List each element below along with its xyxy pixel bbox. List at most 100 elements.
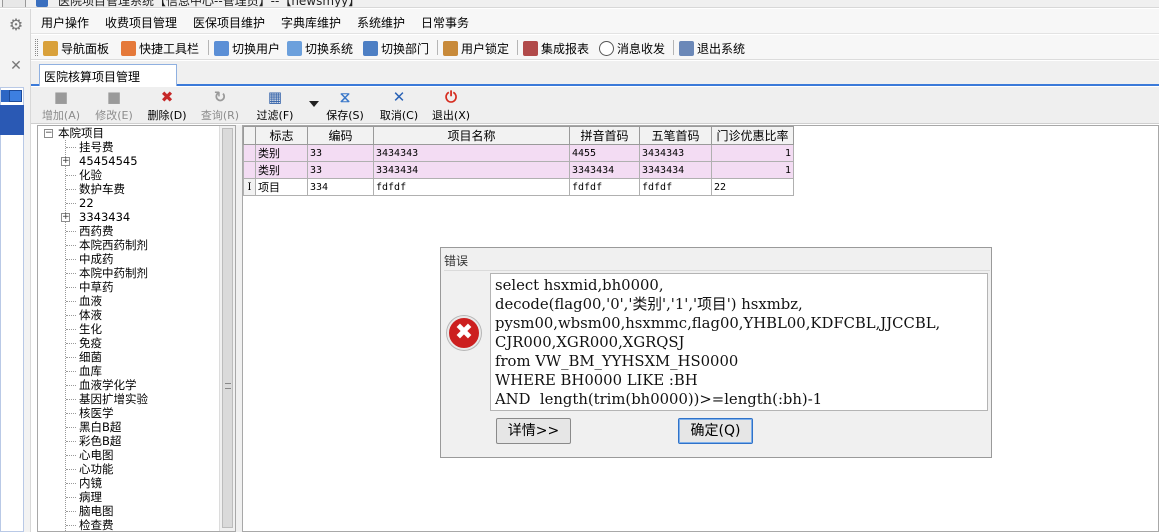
cell-pinyin[interactable]: 4455 bbox=[569, 144, 640, 162]
column-header[interactable]: 拼音首码 bbox=[569, 126, 640, 145]
menu-dictionary[interactable]: 字典库维护 bbox=[281, 14, 341, 31]
tree-item[interactable]: 体液 bbox=[79, 308, 102, 322]
query-button[interactable]: ↻ 查询(R) bbox=[198, 89, 242, 123]
menu-fee-items[interactable]: 收费项目管理 bbox=[105, 14, 177, 31]
user-lock-button[interactable]: 用户锁定 bbox=[443, 39, 509, 57]
add-button[interactable]: ■ 增加(A) bbox=[39, 89, 83, 123]
tree-connector bbox=[66, 287, 76, 288]
menu-user-ops[interactable]: 用户操作 bbox=[41, 14, 89, 31]
cell-code[interactable]: 334 bbox=[307, 178, 374, 196]
cell-code[interactable]: 33 bbox=[307, 161, 374, 179]
tree-scrollbar[interactable] bbox=[219, 126, 235, 531]
tree-item[interactable]: 病理 bbox=[79, 490, 102, 504]
switch-user-button[interactable]: 切换用户 bbox=[214, 39, 280, 57]
tree-scrollbar-thumb[interactable] bbox=[222, 128, 233, 528]
tree-expand-icon[interactable]: + bbox=[61, 213, 70, 222]
quick-toolbar-button[interactable]: 快捷工具栏 bbox=[121, 39, 199, 57]
menu-system-maint[interactable]: 系统维护 bbox=[357, 14, 405, 31]
tree-item[interactable]: 生化 bbox=[79, 322, 102, 336]
column-header[interactable]: 五笔首码 bbox=[639, 126, 712, 145]
tree-item[interactable]: 基因扩增实验 bbox=[79, 392, 148, 406]
tree-item[interactable]: 化验 bbox=[79, 168, 102, 182]
settings-icon[interactable]: ⚙ bbox=[7, 16, 25, 34]
tree-item[interactable]: 挂号费 bbox=[79, 140, 114, 154]
table-row[interactable]: 类别 33 3343434 3343434 3343434 1 bbox=[243, 161, 794, 179]
tree-item[interactable]: 西药费 bbox=[79, 224, 114, 238]
cell-flag[interactable]: 类别 bbox=[255, 161, 308, 179]
tree-item[interactable]: 本院西药制剂 bbox=[79, 238, 148, 252]
tree-connector bbox=[66, 189, 76, 190]
switch-system-button[interactable]: 切换系统 bbox=[287, 39, 353, 57]
tree-item[interactable]: 血液 bbox=[79, 294, 102, 308]
tree-item[interactable]: 中草药 bbox=[79, 280, 114, 294]
cell-code[interactable]: 33 bbox=[307, 144, 374, 162]
cell-flag[interactable]: 类别 bbox=[255, 144, 308, 162]
tree-expand-icon[interactable]: + bbox=[61, 157, 70, 166]
ok-button[interactable]: 确定(Q) bbox=[678, 418, 753, 444]
integrated-report-button[interactable]: 集成报表 bbox=[523, 39, 589, 57]
menu-insurance-items[interactable]: 医保项目维护 bbox=[193, 14, 265, 31]
tree-item[interactable]: 22 bbox=[79, 196, 94, 210]
column-header[interactable]: 编码 bbox=[307, 126, 374, 145]
cell-name[interactable]: 3434343 bbox=[373, 144, 570, 162]
tree-item[interactable]: 数护车费 bbox=[79, 182, 125, 196]
tree-item[interactable]: 细菌 bbox=[79, 350, 102, 364]
restore-button[interactable] bbox=[2, 0, 26, 7]
nav-panel-button[interactable]: 导航面板 bbox=[43, 39, 109, 57]
tree-item[interactable]: 核医学 bbox=[79, 406, 114, 420]
tree-item[interactable]: 血液学化学 bbox=[79, 378, 137, 392]
item-tree: − 本院项目 挂号费 + 45454545 化验 数护车费 22 + 33434… bbox=[37, 125, 236, 532]
cell-name[interactable]: fdfdf bbox=[373, 178, 570, 196]
cell-wubi[interactable]: 3343434 bbox=[639, 161, 712, 179]
exit-system-button[interactable]: 退出系统 bbox=[679, 39, 745, 57]
filter-dropdown-icon[interactable] bbox=[309, 101, 319, 107]
edit-button[interactable]: ■ 修改(E) bbox=[92, 89, 136, 123]
error-message[interactable]: select hsxmid,bh0000, decode(flag00,'0',… bbox=[490, 273, 988, 411]
column-header[interactable]: 项目名称 bbox=[373, 126, 570, 145]
cell-discount[interactable]: 22 bbox=[711, 178, 794, 196]
tree-item[interactable]: 免疫 bbox=[79, 336, 102, 350]
tree-item[interactable]: 脑电图 bbox=[79, 504, 114, 518]
tree-item[interactable]: 心电图 bbox=[79, 448, 114, 462]
message-button[interactable]: 消息收发 bbox=[599, 39, 665, 57]
cell-pinyin[interactable]: fdfdf bbox=[569, 178, 640, 196]
toolbar-grip[interactable] bbox=[35, 39, 38, 56]
integrated-report-label: 集成报表 bbox=[541, 41, 590, 56]
tree-item[interactable]: 彩色B超 bbox=[79, 434, 121, 448]
tree-item[interactable]: 血库 bbox=[79, 364, 102, 378]
tree-item[interactable]: 黑白B超 bbox=[79, 420, 121, 434]
cell-pinyin[interactable]: 3343434 bbox=[569, 161, 640, 179]
details-button[interactable]: 详情>> bbox=[496, 418, 571, 444]
column-header[interactable]: 标志 bbox=[255, 126, 308, 145]
save-button[interactable]: ⧖ 保存(S) bbox=[323, 89, 367, 123]
tab-hospital-accounting[interactable]: 医院核算项目管理 bbox=[39, 64, 177, 86]
cell-flag[interactable]: 项目 bbox=[255, 178, 308, 196]
cell-wubi[interactable]: 3434343 bbox=[639, 144, 712, 162]
table-row[interactable]: I 项目 334 fdfdf fdfdf fdfdf 22 bbox=[243, 178, 794, 196]
cell-wubi[interactable]: fdfdf bbox=[639, 178, 712, 196]
integrated-report-icon bbox=[523, 40, 538, 56]
tree-item[interactable]: 内镜 bbox=[79, 476, 102, 490]
switch-department-button[interactable]: 切换部门 bbox=[363, 39, 429, 57]
tree-item[interactable]: 本院中药制剂 bbox=[79, 266, 148, 280]
tree-item[interactable]: 中成药 bbox=[79, 252, 114, 266]
pane-window-icon[interactable] bbox=[9, 90, 22, 102]
delete-button[interactable]: ✖ 删除(D) bbox=[145, 89, 189, 123]
tree-root[interactable]: 本院项目 bbox=[58, 126, 104, 140]
tree-item[interactable]: 3343434 bbox=[79, 210, 130, 224]
table-row[interactable]: 类别 33 3434343 4455 3434343 1 bbox=[243, 144, 794, 162]
close-icon[interactable]: ✕ bbox=[9, 59, 23, 73]
cell-discount[interactable]: 1 bbox=[711, 161, 794, 179]
cell-name[interactable]: 3343434 bbox=[373, 161, 570, 179]
tree-item[interactable]: 心功能 bbox=[79, 462, 114, 476]
tree-collapse-icon[interactable]: − bbox=[44, 129, 53, 138]
exit-button[interactable]: ⏻ 退出(X) bbox=[429, 89, 473, 123]
tree-item[interactable]: 45454545 bbox=[79, 154, 138, 168]
filter-button[interactable]: ▦ 过滤(F) bbox=[252, 89, 298, 123]
menu-daily-affairs[interactable]: 日常事务 bbox=[421, 14, 469, 31]
tree-connector bbox=[66, 273, 76, 274]
column-header[interactable]: 门诊优惠比率 bbox=[711, 126, 794, 145]
cell-discount[interactable]: 1 bbox=[711, 144, 794, 162]
cancel-button[interactable]: ✕ 取消(C) bbox=[377, 89, 421, 123]
tree-item[interactable]: 检查费 bbox=[79, 518, 114, 531]
